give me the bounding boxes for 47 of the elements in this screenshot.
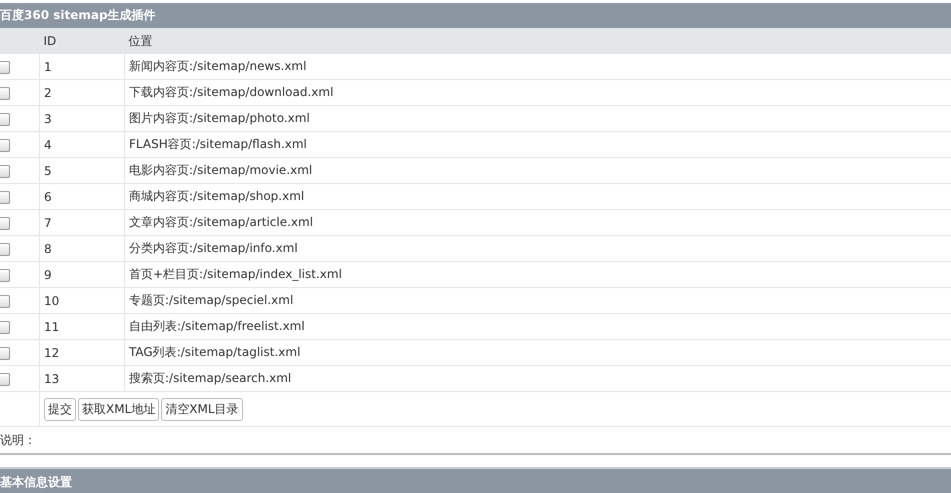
action-button[interactable]: 清空XML目录 (161, 398, 243, 420)
table-cell: 8 (40, 236, 124, 262)
table-cell: 自由列表:/sitemap/freelist.xml (124, 314, 951, 340)
table-cell: 新闻内容页:/sitemap/news.xml (124, 54, 951, 80)
row-checkbox[interactable] (0, 268, 10, 282)
table-cell: 5 (40, 158, 124, 184)
table-cell: 商城内容页:/sitemap/shop.xml (124, 184, 951, 210)
row-checkbox[interactable] (0, 294, 10, 308)
action-button[interactable]: 提交 (44, 398, 76, 420)
row-checkbox[interactable] (0, 320, 10, 334)
table-cell: 首页+栏目页:/sitemap/index_list.xml (124, 262, 951, 288)
panel-title: 基本信息设置 (0, 474, 72, 490)
table-cell: 10 (40, 288, 124, 314)
table-cell: 2 (40, 80, 124, 106)
row-checkbox[interactable] (0, 60, 10, 74)
table-cell: 电影内容页:/sitemap/movie.xml (124, 158, 951, 184)
row-checkbox[interactable] (0, 138, 10, 152)
table-cell: 文章内容页:/sitemap/article.xml (124, 210, 951, 236)
row-checkbox[interactable] (0, 86, 10, 100)
column-header: ID (40, 28, 124, 54)
table-cell: 13 (40, 366, 124, 392)
row-checkbox[interactable] (0, 242, 10, 256)
table-cell: 3 (40, 106, 124, 132)
column-header: 位置 (124, 28, 951, 54)
note-label: 说明： (0, 432, 36, 448)
table-cell: 专题页:/sitemap/speciel.xml (124, 288, 951, 314)
row-checkbox[interactable] (0, 346, 10, 360)
table-cell: 分类内容页:/sitemap/info.xml (124, 236, 951, 262)
table-cell: 9 (40, 262, 124, 288)
panel-title: 百度360 sitemap生成插件 (0, 7, 156, 24)
row-checkbox[interactable] (0, 216, 10, 230)
table-cell: 12 (40, 340, 124, 366)
row-checkbox[interactable] (0, 112, 10, 126)
row-checkbox[interactable] (0, 164, 10, 178)
row-checkbox[interactable] (0, 372, 10, 386)
table-cell: 4 (40, 132, 124, 158)
row-checkbox[interactable] (0, 190, 10, 204)
table-cell: FLASH容页:/sitemap/flash.xml (124, 132, 951, 158)
table-cell: 6 (40, 184, 124, 210)
table-cell: 搜索页:/sitemap/search.xml (124, 366, 951, 392)
table-cell: 图片内容页:/sitemap/photo.xml (124, 106, 951, 132)
table-cell: 11 (40, 314, 124, 340)
action-button[interactable]: 获取XML地址 (78, 398, 160, 420)
table-cell: TAG列表:/sitemap/taglist.xml (124, 340, 951, 366)
table-cell: 1 (40, 54, 124, 80)
table-cell: 7 (40, 210, 124, 236)
table-cell: 下载内容页:/sitemap/download.xml (124, 80, 951, 106)
